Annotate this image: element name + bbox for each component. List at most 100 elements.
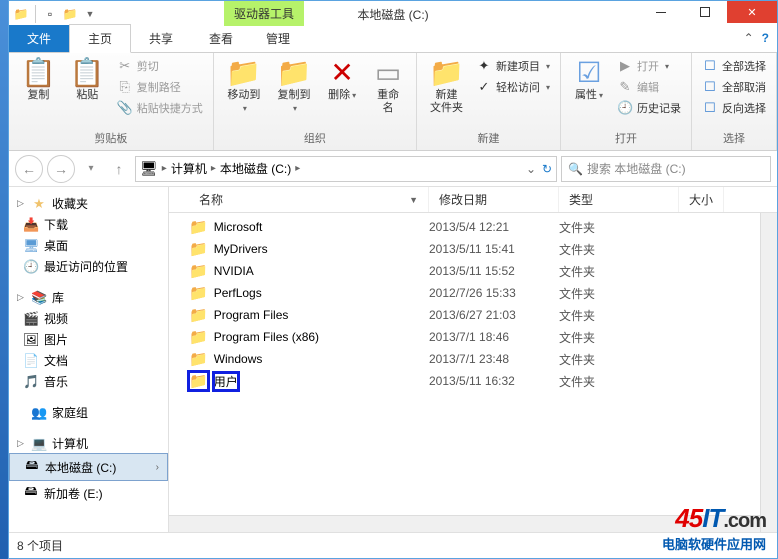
- file-list-pane: 名称 修改日期 类型 大小 📁Microsoft2013/5/4 12:21文件…: [169, 187, 777, 532]
- tab-share[interactable]: 共享: [131, 25, 191, 52]
- forward-button[interactable]: →: [47, 155, 75, 183]
- file-row[interactable]: 📁NVIDIA2013/5/11 15:52文件夹: [169, 260, 777, 282]
- file-type: 文件夹: [559, 329, 679, 346]
- rename-button[interactable]: ▭重命名: [368, 57, 408, 117]
- sidebar-music[interactable]: 🎵音乐: [9, 371, 168, 392]
- properties-button[interactable]: ☑属性▾: [569, 57, 609, 104]
- selectinvert-button[interactable]: ☐反向选择: [700, 99, 768, 117]
- paste-button[interactable]: 📋粘贴: [66, 57, 109, 104]
- folder-icon: 📁: [189, 284, 208, 302]
- close-button[interactable]: ✕: [727, 1, 777, 23]
- sidebar-videos[interactable]: 🎬视频: [9, 308, 168, 329]
- qat-separator: [35, 5, 36, 23]
- col-type[interactable]: 类型: [559, 187, 679, 212]
- explorer-body: ▷★收藏夹 📥下载 🖥桌面 🕘最近访问的位置 ▷📚库 🎬视频 🖼图片 📄文档 🎵…: [9, 187, 777, 532]
- ribbon-group-organize: 📁移动到▾ 📁复制到▾ ✕删除▾ ▭重命名 组织: [214, 53, 417, 150]
- file-row[interactable]: 📁Program Files2013/6/27 21:03文件夹: [169, 304, 777, 326]
- file-row[interactable]: 📁Program Files (x86)2013/7/1 18:46文件夹: [169, 326, 777, 348]
- col-name[interactable]: 名称: [169, 187, 429, 212]
- qat-newfolder-icon[interactable]: 📁: [62, 6, 78, 22]
- sidebar-drive-e[interactable]: 🖴新加卷 (E:): [9, 480, 168, 506]
- qat-properties-icon[interactable]: ▫: [42, 6, 58, 22]
- history-button[interactable]: 🕘历史记录: [615, 99, 683, 117]
- column-headers: 名称 修改日期 类型 大小: [169, 187, 777, 213]
- search-icon: 🔍: [568, 162, 583, 176]
- file-name: 用户: [214, 373, 238, 390]
- minimize-button[interactable]: [639, 1, 683, 23]
- tab-file[interactable]: 文件: [9, 25, 69, 52]
- folder-icon: 📁: [189, 218, 208, 236]
- file-name: PerfLogs: [214, 286, 262, 300]
- edit-button[interactable]: ✎编辑: [615, 78, 683, 96]
- file-date: 2013/6/27 21:03: [429, 308, 559, 322]
- file-row[interactable]: 📁用户2013/5/11 16:32文件夹: [169, 370, 777, 392]
- tab-manage[interactable]: 管理: [248, 25, 308, 52]
- newitem-button[interactable]: ✦新建项目▾: [474, 57, 552, 75]
- sidebar-pictures[interactable]: 🖼图片: [9, 329, 168, 350]
- newfolder-button[interactable]: 📁新建 文件夹: [425, 57, 468, 117]
- easyaccess-button[interactable]: ✓轻松访问▾: [474, 78, 552, 96]
- copyto-button[interactable]: 📁复制到▾: [272, 57, 316, 117]
- file-row[interactable]: 📁Microsoft2013/5/4 12:21文件夹: [169, 216, 777, 238]
- selectall-button[interactable]: ☐全部选择: [700, 57, 768, 75]
- sidebar-desktop[interactable]: 🖥桌面: [9, 235, 168, 256]
- file-date: 2013/7/1 23:48: [429, 352, 559, 366]
- file-date: 2013/5/11 15:41: [429, 242, 559, 256]
- sidebar-recent[interactable]: 🕘最近访问的位置: [9, 256, 168, 277]
- col-size[interactable]: 大小: [679, 187, 724, 212]
- copypath-button[interactable]: ⎘复制路径: [115, 78, 205, 96]
- sidebar-documents[interactable]: 📄文档: [9, 350, 168, 371]
- file-name: Program Files: [214, 308, 289, 322]
- folder-icon: 📁: [189, 350, 208, 368]
- sidebar-favorites[interactable]: ▷★收藏夹: [9, 193, 168, 214]
- file-type: 文件夹: [559, 285, 679, 302]
- file-row[interactable]: 📁 PerfLogs 2012/7/26 15:33文件夹: [169, 282, 777, 304]
- search-placeholder: 搜索 本地磁盘 (C:): [587, 160, 686, 177]
- copy-button[interactable]: 📋复制: [17, 57, 60, 104]
- file-date: 2012/7/26 15:33: [429, 286, 559, 300]
- back-button[interactable]: ←: [15, 155, 43, 183]
- sidebar-downloads[interactable]: 📥下载: [9, 214, 168, 235]
- tab-home[interactable]: 主页: [69, 24, 131, 53]
- help-icon[interactable]: ?: [762, 31, 769, 45]
- navigation-bar: ← → ▾ ↑ 🖥 ▸ 计算机 ▸ 本地磁盘 (C:) ▸ ⌄ ↻ 🔍 搜索 本…: [9, 151, 777, 187]
- maximize-button[interactable]: [683, 1, 727, 23]
- col-date[interactable]: 修改日期: [429, 187, 559, 212]
- up-button[interactable]: ↑: [107, 157, 131, 181]
- item-count: 8 个项目: [17, 537, 63, 554]
- file-row[interactable]: 📁MyDrivers2013/5/11 15:41文件夹: [169, 238, 777, 260]
- file-type: 文件夹: [559, 307, 679, 324]
- recent-dropdown[interactable]: ▾: [79, 157, 103, 181]
- address-bar[interactable]: 🖥 ▸ 计算机 ▸ 本地磁盘 (C:) ▸ ⌄ ↻: [135, 156, 557, 182]
- sidebar-libraries[interactable]: ▷📚库: [9, 287, 168, 308]
- app-icon: 📁: [13, 6, 29, 22]
- sidebar-computer[interactable]: ▷💻计算机: [9, 433, 168, 454]
- group-label-open: 打开: [569, 128, 683, 148]
- cut-button[interactable]: ✂剪切: [115, 57, 205, 75]
- delete-button[interactable]: ✕删除▾: [322, 57, 362, 104]
- file-date: 2013/5/11 16:32: [429, 374, 559, 388]
- group-label-clipboard: 剪贴板: [17, 128, 205, 148]
- search-box[interactable]: 🔍 搜索 本地磁盘 (C:): [561, 156, 771, 182]
- moveto-button[interactable]: 📁移动到▾: [222, 57, 266, 117]
- breadcrumb-drive[interactable]: 本地磁盘 (C:): [220, 160, 291, 177]
- watermark: 45IT.com 电脑软硬件应用网: [662, 503, 766, 553]
- open-button[interactable]: ▶打开▾: [615, 57, 683, 75]
- sidebar-homegroup[interactable]: 👥家庭组: [9, 402, 168, 423]
- sidebar-drive-c[interactable]: 🖴本地磁盘 (C:)›: [9, 453, 168, 481]
- file-date: 2013/5/11 15:52: [429, 264, 559, 278]
- selectnone-button[interactable]: ☐全部取消: [700, 78, 768, 96]
- collapse-ribbon-icon[interactable]: ⌃: [744, 31, 754, 45]
- tab-view[interactable]: 查看: [191, 25, 251, 52]
- pasteshortcut-button[interactable]: 📎粘贴快捷方式: [115, 99, 205, 117]
- file-name: MyDrivers: [214, 242, 268, 256]
- vertical-scrollbar[interactable]: [760, 213, 777, 532]
- ribbon-group-clipboard: 📋复制 📋粘贴 ✂剪切 ⎘复制路径 📎粘贴快捷方式 剪贴板: [9, 53, 214, 150]
- ribbon-group-new: 📁新建 文件夹 ✦新建项目▾ ✓轻松访问▾ 新建: [417, 53, 561, 150]
- refresh-icon[interactable]: ↻: [542, 162, 552, 176]
- qat-dropdown-icon[interactable]: ▼: [82, 6, 98, 22]
- breadcrumb-computer[interactable]: 计算机: [171, 160, 207, 177]
- address-dropdown-icon[interactable]: ⌄: [526, 162, 536, 176]
- file-row[interactable]: 📁Windows2013/7/1 23:48文件夹: [169, 348, 777, 370]
- file-name: Microsoft: [214, 220, 263, 234]
